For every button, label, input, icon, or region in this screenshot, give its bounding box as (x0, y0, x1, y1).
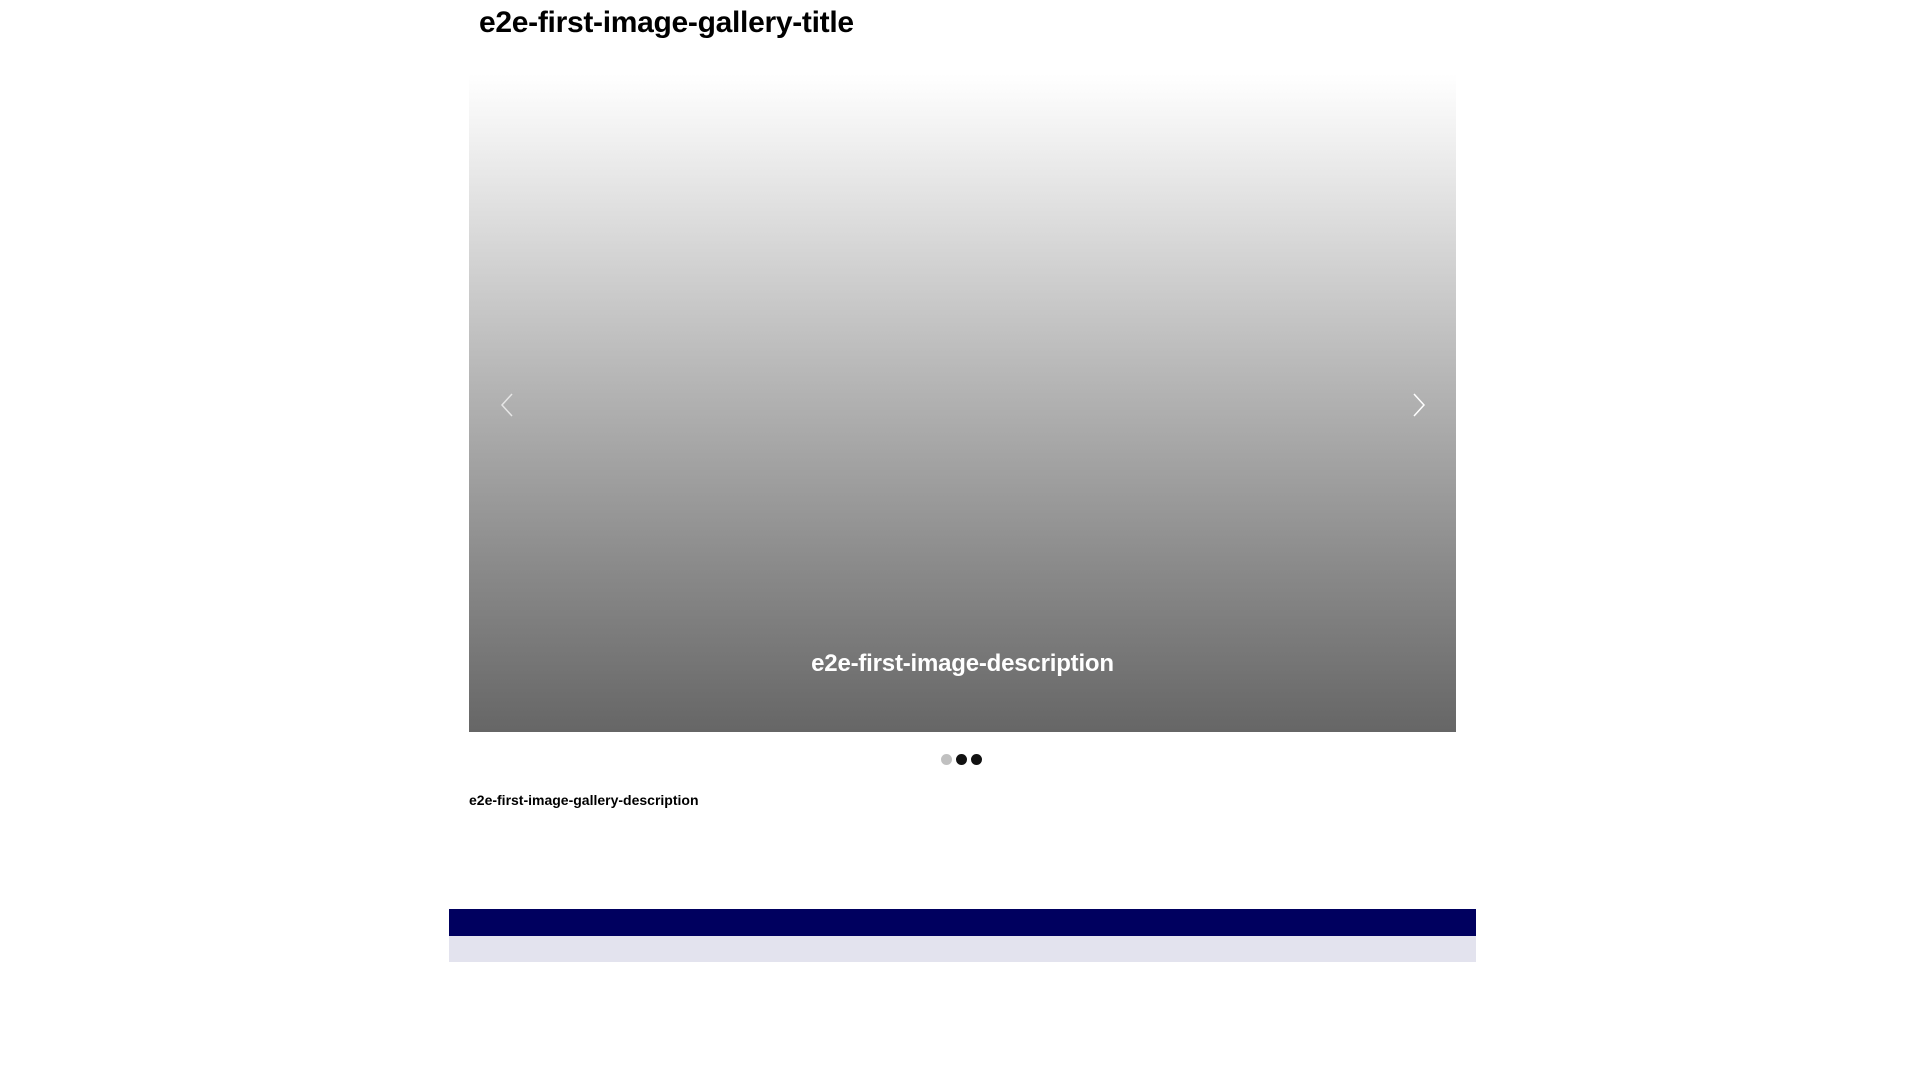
pagination-dot-1[interactable] (941, 754, 952, 765)
chevron-right-icon (1411, 392, 1427, 418)
page: e2e-first-image-gallery-title e2e-first-… (0, 0, 1920, 1080)
footer-sub-bar (449, 936, 1476, 962)
gallery-title: e2e-first-image-gallery-title (479, 6, 854, 39)
next-slide-button[interactable] (1399, 375, 1439, 435)
pagination-dot-2[interactable] (956, 754, 967, 765)
footer-bar (449, 909, 1476, 936)
pagination-dot-3[interactable] (971, 754, 982, 765)
chevron-left-icon (499, 392, 515, 418)
slide-pagination (941, 754, 982, 765)
gallery-description: e2e-first-image-gallery-description (469, 792, 699, 808)
previous-slide-button[interactable] (487, 375, 527, 435)
slide-caption: e2e-first-image-description (811, 650, 1114, 677)
gallery-slide-image: e2e-first-image-description (469, 74, 1456, 732)
